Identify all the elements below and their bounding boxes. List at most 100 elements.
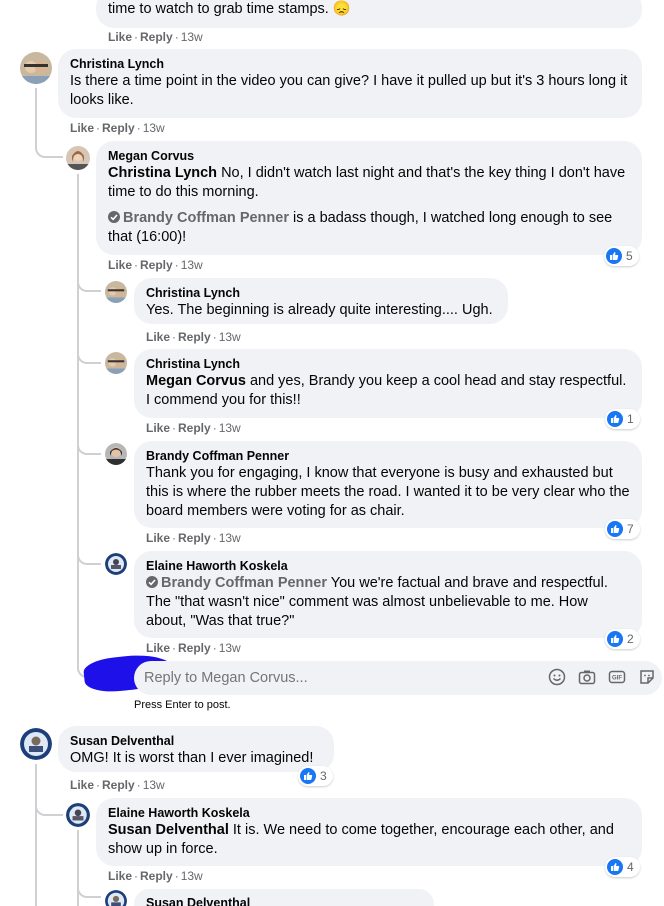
avatar[interactable] — [105, 443, 127, 465]
comment-author[interactable]: Christina Lynch — [146, 356, 630, 372]
gif-icon[interactable]: GIF — [608, 668, 626, 686]
thread-line — [77, 549, 101, 565]
reply-action[interactable]: Reply — [140, 869, 173, 883]
comment-author[interactable]: Elaine Haworth Koskela — [108, 805, 630, 821]
like-action[interactable]: Like — [146, 330, 170, 344]
mention-name[interactable]: Brandy Coffman Penner — [123, 210, 289, 226]
comment-actions: Like · Reply · 13w — [146, 330, 241, 344]
avatar-logo-icon — [105, 553, 127, 575]
comment-actions: Like · Reply · 13w — [70, 778, 165, 792]
reply-input[interactable] — [144, 661, 544, 695]
avatar[interactable] — [20, 52, 52, 84]
avatar[interactable] — [105, 352, 127, 374]
reply-hint: Press Enter to post. — [134, 699, 231, 711]
comment-actions: Like · Reply · 13w — [70, 121, 165, 135]
comment-bubble: Christina Lynch Megan Corvus and yes, Br… — [134, 349, 642, 418]
avatar-photo-icon — [105, 443, 127, 465]
thread-line — [35, 796, 63, 816]
comment-time: 13w — [142, 121, 165, 135]
comment-text: Susan Delventhal It is. We need to come … — [108, 821, 630, 859]
avatar-photo-icon — [66, 146, 90, 170]
reply-action[interactable]: Reply — [102, 121, 135, 135]
reply-action[interactable]: Reply — [140, 258, 173, 272]
comment-actions: Like · Reply · 13w — [146, 421, 241, 435]
thread-line — [77, 174, 79, 644]
avatar[interactable] — [105, 553, 127, 575]
comment-author[interactable]: Christina Lynch — [70, 56, 630, 72]
comment-author[interactable]: Christina Lynch — [146, 285, 496, 301]
avatar-logo-icon — [66, 803, 90, 827]
comment-author[interactable]: Brandy Coffman Penner — [146, 448, 630, 464]
reply-action[interactable]: Reply — [102, 778, 135, 792]
comment-bubble: Megan Corvus Christina Lynch No, I didn'… — [96, 141, 642, 255]
thread-line — [35, 764, 37, 906]
comment-bubble: Susan Delventhal OMG! It is worst than I… — [58, 726, 334, 772]
reply-action[interactable]: Reply — [178, 531, 211, 545]
comment-time: 13w — [180, 869, 203, 883]
camera-icon[interactable] — [578, 668, 596, 686]
comment-author[interactable]: Susan Delventhal — [70, 733, 322, 749]
reply-action[interactable]: Reply — [140, 30, 173, 44]
comment-time: 13w — [180, 258, 203, 272]
like-action[interactable]: Like — [70, 121, 94, 135]
comment-actions: Like · Reply · 13w — [146, 641, 241, 655]
mention-link[interactable]: Susan Delventhal — [108, 822, 229, 838]
comment-time: 13w — [180, 30, 203, 44]
reaction-number: 5 — [626, 249, 633, 263]
comment-time: 13w — [218, 531, 241, 545]
like-action[interactable]: Like — [108, 258, 132, 272]
comment-bubble: Elaine Haworth Koskela Brandy Coffman Pe… — [134, 551, 642, 638]
mention-link[interactable]: Megan Corvus — [146, 373, 246, 389]
avatar[interactable] — [105, 890, 127, 906]
like-action[interactable]: Like — [146, 531, 170, 545]
reaction-count[interactable]: 3 — [298, 766, 333, 786]
reply-action[interactable]: Reply — [178, 641, 211, 655]
comment-text: Brandy Coffman Penner You we're factual … — [146, 574, 630, 631]
avatar[interactable] — [66, 803, 90, 827]
comment-bubble: Elaine Haworth Koskela Susan Delventhal … — [96, 798, 642, 866]
comment-author[interactable]: Elaine Haworth Koskela — [146, 558, 630, 574]
like-action[interactable]: Like — [146, 421, 170, 435]
like-action[interactable]: Like — [70, 778, 94, 792]
reaction-count[interactable]: 4 — [605, 857, 640, 877]
reply-action[interactable]: Reply — [178, 330, 211, 344]
mention-link[interactable]: Christina Lynch — [108, 165, 217, 181]
reaction-count[interactable]: 2 — [605, 629, 640, 649]
avatar[interactable] — [66, 146, 90, 170]
comment-bubble: Susan Delventhal — [134, 889, 434, 906]
mention-link[interactable]: Brandy Coffman Penner — [108, 210, 289, 226]
mention-link[interactable]: Brandy Coffman Penner — [146, 575, 327, 591]
reaction-number: 7 — [627, 522, 634, 536]
thumbs-up-icon — [300, 768, 316, 784]
emoji-icon[interactable] — [548, 668, 566, 686]
comment-author[interactable]: Susan Delventhal — [146, 895, 422, 906]
reaction-count[interactable]: 1 — [605, 409, 640, 429]
avatar[interactable] — [105, 281, 127, 303]
comment-actions: Like · Reply · 13w — [108, 258, 203, 272]
mention-name[interactable]: Brandy Coffman Penner — [161, 575, 327, 591]
avatar[interactable] — [20, 728, 52, 760]
reaction-number: 3 — [320, 769, 327, 783]
like-action[interactable]: Like — [146, 641, 170, 655]
verified-icon — [108, 211, 120, 223]
reaction-count[interactable]: 5 — [604, 246, 639, 266]
reply-action[interactable]: Reply — [178, 421, 211, 435]
avatar-photo-icon — [20, 52, 52, 84]
thumbs-up-icon — [606, 248, 622, 264]
reaction-number: 1 — [627, 412, 634, 426]
comment-time: 13w — [218, 330, 241, 344]
like-action[interactable]: Like — [108, 30, 132, 44]
like-action[interactable]: Like — [108, 869, 132, 883]
thread-line — [77, 276, 101, 292]
sticker-icon[interactable] — [638, 668, 656, 686]
reaction-count[interactable]: 7 — [605, 519, 640, 539]
thumbs-up-icon — [607, 859, 623, 875]
reaction-number: 4 — [627, 860, 634, 874]
thumbs-up-icon — [607, 631, 623, 647]
comment-author[interactable]: Megan Corvus — [108, 148, 630, 164]
comment-bubble: Christina Lynch Yes. The beginning is al… — [134, 278, 508, 324]
reaction-number: 2 — [627, 632, 634, 646]
reply-input-box[interactable]: GIF — [134, 661, 662, 695]
comment-text: time to watch to grab time stamps. 😞 — [108, 1, 351, 17]
thumbs-up-icon — [607, 411, 623, 427]
